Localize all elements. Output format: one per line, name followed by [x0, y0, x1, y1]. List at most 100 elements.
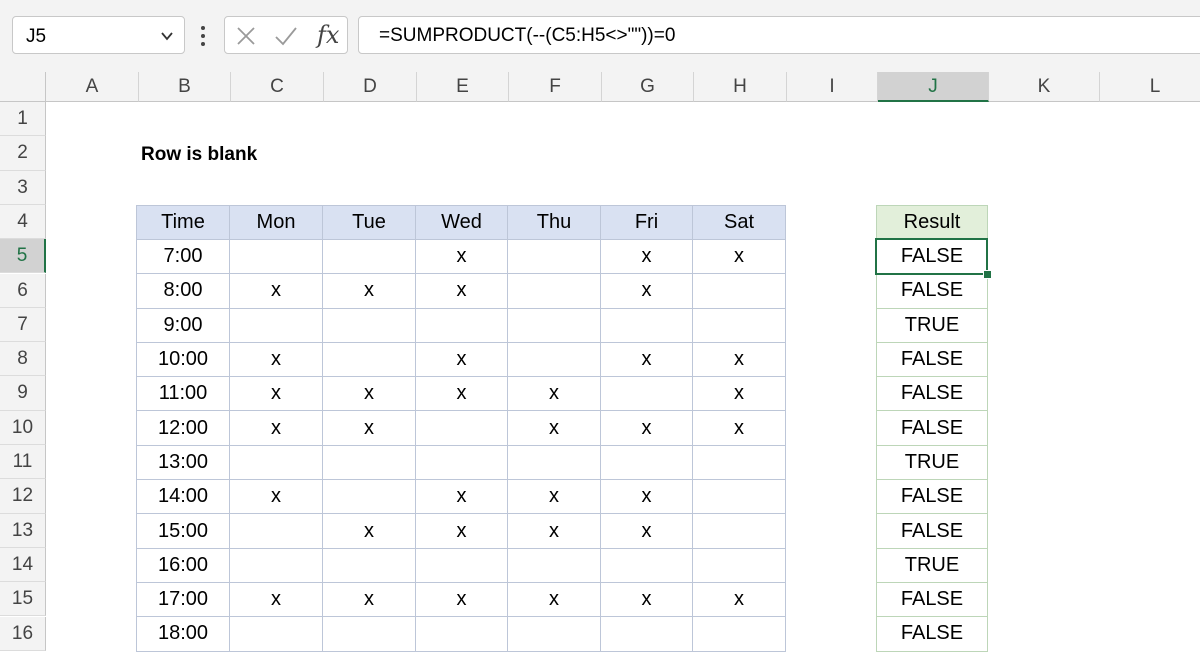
table-header-sat[interactable]: Sat — [692, 205, 786, 240]
day-cell[interactable]: x — [692, 410, 786, 446]
row-header-5[interactable]: 5 — [0, 239, 46, 274]
table-header-tue[interactable]: Tue — [322, 205, 416, 240]
day-cell[interactable]: x — [507, 410, 601, 446]
result-cell[interactable]: TRUE — [876, 444, 988, 481]
table-header-fri[interactable]: Fri — [600, 205, 693, 240]
day-cell[interactable] — [507, 238, 601, 275]
row-header-14[interactable]: 14 — [0, 547, 46, 583]
day-cell[interactable] — [415, 547, 508, 583]
column-header-i[interactable]: I — [787, 72, 878, 102]
day-cell[interactable] — [322, 307, 416, 343]
day-cell[interactable] — [507, 273, 601, 309]
day-cell[interactable] — [415, 307, 508, 343]
day-cell[interactable]: x — [600, 513, 693, 549]
result-cell[interactable]: FALSE — [876, 376, 988, 412]
column-header-h[interactable]: H — [694, 72, 787, 102]
row-header-15[interactable]: 15 — [0, 582, 46, 617]
time-cell[interactable]: 14:00 — [136, 479, 230, 515]
row-header-10[interactable]: 10 — [0, 410, 46, 445]
row-header-2[interactable]: 2 — [0, 136, 46, 171]
day-cell[interactable]: x — [507, 581, 601, 618]
more-options-icon[interactable] — [200, 24, 206, 48]
day-cell[interactable] — [507, 616, 601, 652]
name-box[interactable]: J5 — [12, 16, 185, 54]
row-header-4[interactable]: 4 — [0, 204, 46, 240]
column-header-b[interactable]: B — [139, 72, 231, 102]
day-cell[interactable]: x — [415, 513, 508, 549]
column-header-g[interactable]: G — [602, 72, 694, 102]
day-cell[interactable] — [600, 547, 693, 583]
day-cell[interactable]: x — [322, 410, 416, 446]
day-cell[interactable] — [229, 547, 323, 583]
time-cell[interactable]: 18:00 — [136, 616, 230, 652]
day-cell[interactable] — [692, 444, 786, 481]
day-cell[interactable] — [692, 616, 786, 652]
day-cell[interactable]: x — [600, 273, 693, 309]
time-cell[interactable]: 15:00 — [136, 513, 230, 549]
day-cell[interactable]: x — [600, 341, 693, 378]
result-header[interactable]: Result — [876, 205, 988, 240]
day-cell[interactable]: x — [322, 513, 416, 549]
day-cell[interactable] — [415, 444, 508, 481]
day-cell[interactable]: x — [229, 341, 323, 378]
day-cell[interactable]: x — [415, 341, 508, 378]
column-header-e[interactable]: E — [417, 72, 509, 102]
day-cell[interactable] — [322, 547, 416, 583]
day-cell[interactable]: x — [692, 341, 786, 378]
day-cell[interactable]: x — [507, 376, 601, 412]
day-cell[interactable] — [229, 513, 323, 549]
day-cell[interactable] — [507, 444, 601, 481]
column-header-k[interactable]: K — [989, 72, 1100, 102]
column-header-l[interactable]: L — [1100, 72, 1200, 102]
column-header-a[interactable]: A — [46, 72, 139, 102]
time-cell[interactable]: 8:00 — [136, 273, 230, 309]
result-cell[interactable]: TRUE — [876, 307, 988, 343]
day-cell[interactable]: x — [692, 581, 786, 618]
day-cell[interactable] — [507, 547, 601, 583]
fill-handle[interactable] — [983, 270, 992, 279]
day-cell[interactable] — [507, 341, 601, 378]
day-cell[interactable] — [507, 307, 601, 343]
time-cell[interactable]: 12:00 — [136, 410, 230, 446]
day-cell[interactable]: x — [229, 376, 323, 412]
row-header-3[interactable]: 3 — [0, 170, 46, 205]
result-cell[interactable]: FALSE — [876, 273, 988, 309]
row-header-9[interactable]: 9 — [0, 376, 46, 411]
day-cell[interactable] — [692, 307, 786, 343]
day-cell[interactable]: x — [692, 238, 786, 275]
row-header-11[interactable]: 11 — [0, 445, 46, 480]
table-header-time[interactable]: Time — [136, 205, 230, 240]
row-header-12[interactable]: 12 — [0, 479, 46, 514]
day-cell[interactable]: x — [229, 479, 323, 515]
day-cell[interactable]: x — [507, 479, 601, 515]
day-cell[interactable]: x — [415, 479, 508, 515]
table-header-thu[interactable]: Thu — [507, 205, 601, 240]
day-cell[interactable] — [692, 513, 786, 549]
day-cell[interactable] — [322, 444, 416, 481]
day-cell[interactable] — [322, 479, 416, 515]
result-cell[interactable]: FALSE — [876, 479, 988, 515]
day-cell[interactable] — [229, 616, 323, 652]
day-cell[interactable] — [600, 444, 693, 481]
result-cell[interactable]: TRUE — [876, 547, 988, 583]
cancel-icon[interactable] — [235, 25, 257, 47]
day-cell[interactable]: x — [600, 238, 693, 275]
row-header-1[interactable]: 1 — [0, 102, 46, 137]
time-cell[interactable]: 17:00 — [136, 581, 230, 618]
time-cell[interactable]: 9:00 — [136, 307, 230, 343]
formula-input[interactable]: =SUMPRODUCT(--(C5:H5<>""))=0 — [358, 16, 1200, 54]
day-cell[interactable] — [600, 307, 693, 343]
time-cell[interactable]: 13:00 — [136, 444, 230, 481]
result-cell[interactable]: FALSE — [876, 616, 988, 652]
table-header-wed[interactable]: Wed — [415, 205, 508, 240]
day-cell[interactable]: x — [229, 273, 323, 309]
time-cell[interactable]: 16:00 — [136, 547, 230, 583]
column-header-c[interactable]: C — [231, 72, 324, 102]
day-cell[interactable]: x — [600, 479, 693, 515]
day-cell[interactable] — [322, 341, 416, 378]
day-cell[interactable] — [229, 444, 323, 481]
result-cell[interactable]: FALSE — [876, 341, 988, 378]
sheet-title[interactable]: Row is blank — [141, 144, 257, 166]
enter-check-icon[interactable] — [273, 25, 299, 47]
column-header-j[interactable]: J — [878, 72, 989, 102]
